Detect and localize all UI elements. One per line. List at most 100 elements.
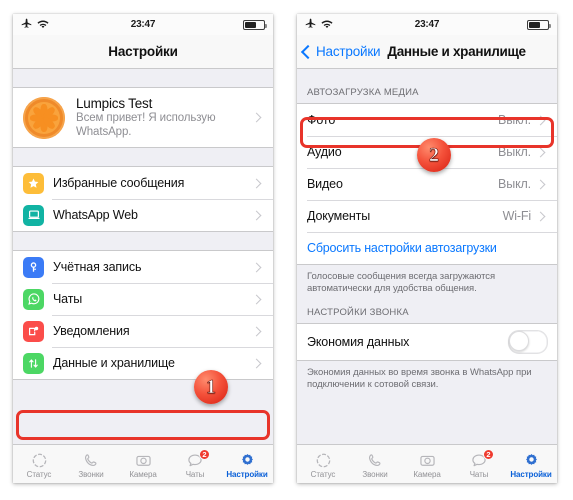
chevron-right-icon <box>251 358 262 368</box>
right-tab-bar: Статус Звонки Камера 2 Чаты Настройки <box>297 444 557 483</box>
settings-group-2: Учётная запись Чаты Уведомления Данные и… <box>13 250 273 380</box>
phone-icon <box>367 451 384 469</box>
profile-group: Lumpics Test Всем привет! Я использую Wh… <box>13 87 273 148</box>
sidebar-item-chats[interactable]: Чаты <box>13 283 273 315</box>
reset-autodownload-link: Сбросить настройки автозагрузки <box>307 241 497 255</box>
status-icon <box>315 451 332 469</box>
left-phone-screen: 23:47 Настройки Lumpics Test Всем привет… <box>13 14 273 483</box>
media-autodownload-group: Фото Выкл. Аудио Выкл. Видео Выкл. Докум… <box>297 103 557 265</box>
row-label: Фото <box>307 113 336 127</box>
page-title: Данные и хранилище <box>387 44 526 59</box>
notification-icon <box>23 320 44 342</box>
chevron-left-icon <box>300 44 316 59</box>
chevron-right-icon <box>535 179 546 189</box>
status-icon <box>31 451 48 469</box>
row-label: Аудио <box>307 145 342 159</box>
tab-label: Звонки <box>362 470 388 479</box>
tab-settings[interactable]: Настройки <box>221 445 273 483</box>
setting-row-documents[interactable]: Документы Wi-Fi <box>297 200 557 232</box>
tab-label: Настройки <box>510 470 552 479</box>
profile-name: Lumpics Test <box>76 96 153 111</box>
right-phone-screen: 23:47 Настройки Данные и хранилище АВТОЗ… <box>297 14 557 483</box>
left-settings-list[interactable]: Lumpics Test Всем привет! Я использую Wh… <box>13 69 273 444</box>
tab-status[interactable]: Статус <box>297 445 349 483</box>
tab-label: Камера <box>129 470 157 479</box>
profile-text: Lumpics Test Всем привет! Я использую Wh… <box>76 96 253 139</box>
tab-label: Настройки <box>226 470 268 479</box>
tab-calls[interactable]: Звонки <box>349 445 401 483</box>
avatar <box>23 96 65 139</box>
sidebar-item-label: Учётная запись <box>53 260 142 274</box>
sidebar-item-label: Чаты <box>53 292 83 306</box>
back-button[interactable]: Настройки <box>300 44 381 59</box>
gear-icon <box>523 451 540 469</box>
setting-row-low-data-usage[interactable]: Экономия данных <box>297 324 557 360</box>
sidebar-item-whatsapp-web[interactable]: WhatsApp Web <box>13 199 273 231</box>
setting-row-photos[interactable]: Фото Выкл. <box>297 104 557 136</box>
setting-row-video[interactable]: Видео Выкл. <box>297 168 557 200</box>
left-status-bar: 23:47 <box>13 14 273 35</box>
tab-status[interactable]: Статус <box>13 445 65 483</box>
tab-camera[interactable]: Камера <box>401 445 453 483</box>
tab-settings[interactable]: Настройки <box>505 445 557 483</box>
star-icon <box>23 172 44 194</box>
row-value: Wi-Fi <box>502 209 532 223</box>
tab-chats[interactable]: 2 Чаты <box>453 445 505 483</box>
chevron-right-icon <box>251 112 262 123</box>
chevron-right-icon <box>535 147 546 157</box>
reset-autodownload-row[interactable]: Сбросить настройки автозагрузки <box>297 232 557 264</box>
tab-label: Статус <box>26 470 52 479</box>
sidebar-item-account[interactable]: Учётная запись <box>13 251 273 283</box>
back-button-label: Настройки <box>316 44 381 59</box>
tab-calls[interactable]: Звонки <box>65 445 117 483</box>
tab-label: Чаты <box>185 470 205 479</box>
tab-label: Чаты <box>469 470 489 479</box>
sidebar-item-data-and-storage[interactable]: Данные и хранилище <box>13 347 273 379</box>
step-callout-1: 1 <box>194 370 228 404</box>
battery-icon <box>243 19 267 30</box>
laptop-icon <box>23 204 44 226</box>
profile-status: Всем привет! Я использую WhatsApp. <box>76 112 216 138</box>
whatsapp-icon <box>23 288 44 310</box>
chat-badge: 2 <box>199 449 210 460</box>
row-label: Экономия данных <box>307 335 410 349</box>
right-status-bar: 23:47 <box>297 14 557 35</box>
right-nav-bar: Настройки Данные и хранилище <box>297 35 557 69</box>
tab-chats[interactable]: 2 Чаты <box>169 445 221 483</box>
low-data-toggle[interactable] <box>508 330 548 354</box>
dual-phone-screenshot: 23:47 Настройки Lumpics Test Всем привет… <box>0 0 573 500</box>
data-transfer-icon <box>23 352 44 374</box>
sidebar-item-starred-messages[interactable]: Избранные сообщения <box>13 167 273 199</box>
sidebar-item-label: Данные и хранилище <box>53 356 175 370</box>
profile-row[interactable]: Lumpics Test Всем привет! Я использую Wh… <box>13 88 273 147</box>
section-footer-call: Экономия данных во время звонка в WhatsA… <box>307 367 532 390</box>
tab-label: Камера <box>413 470 441 479</box>
tab-label: Статус <box>310 470 336 479</box>
chevron-right-icon <box>535 115 546 125</box>
row-value: Выкл. <box>498 145 531 159</box>
left-nav-bar: Настройки <box>13 35 273 69</box>
chevron-right-icon <box>251 326 262 336</box>
right-settings-list[interactable]: АВТОЗАГРУЗКА МЕДИА Фото Выкл. Аудио Выкл… <box>297 69 557 444</box>
right-phone-wrapper: 23:47 Настройки Данные и хранилище АВТОЗ… <box>286 0 572 500</box>
settings-group-1: Избранные сообщения WhatsApp Web <box>13 166 273 232</box>
left-phone-wrapper: 23:47 Настройки Lumpics Test Всем привет… <box>0 0 286 500</box>
chevron-right-icon <box>251 210 262 220</box>
left-tab-bar: Статус Звонки Камера 2 Чаты Настройки <box>13 444 273 483</box>
chat-icon: 2 <box>470 449 494 469</box>
page-title: Настройки <box>108 44 178 59</box>
status-bar-right-icons <box>243 19 267 30</box>
chat-icon: 2 <box>186 449 210 469</box>
call-settings-group: Экономия данных <box>297 323 557 361</box>
chevron-right-icon <box>251 294 262 304</box>
gear-icon <box>239 451 256 469</box>
chevron-right-icon <box>251 262 262 272</box>
chat-badge: 2 <box>483 449 494 460</box>
chevron-right-icon <box>535 211 546 221</box>
tab-camera[interactable]: Камера <box>117 445 169 483</box>
sidebar-item-notifications[interactable]: Уведомления <box>13 315 273 347</box>
